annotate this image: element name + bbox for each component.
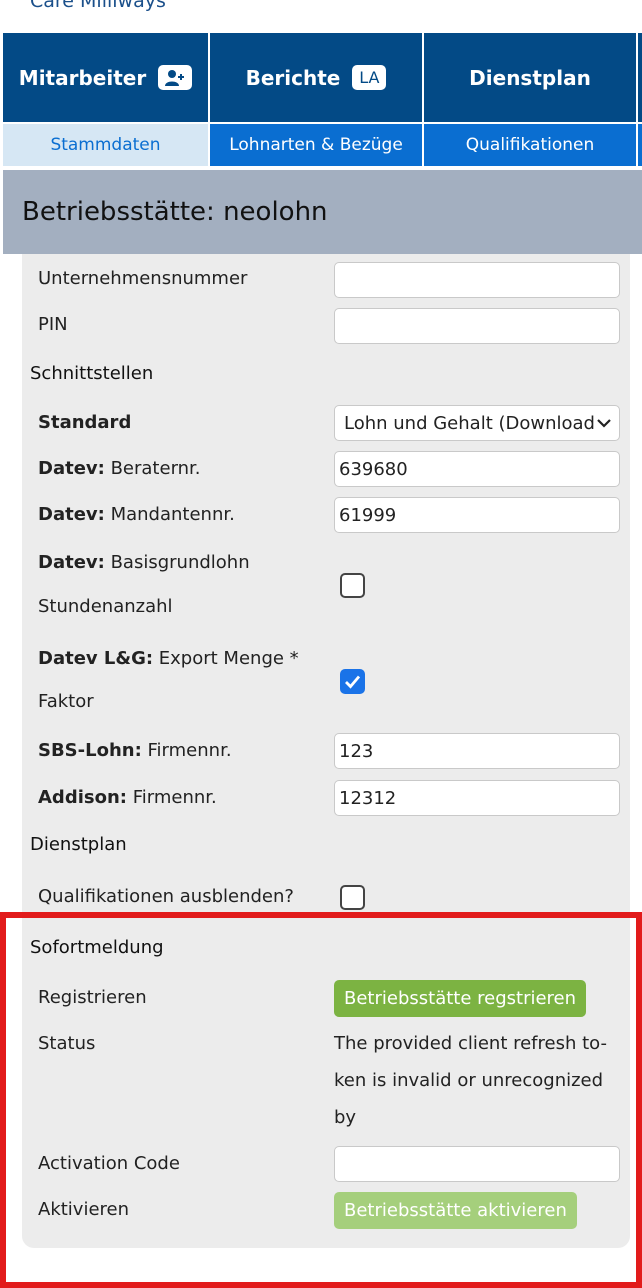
status-label: Status	[38, 1033, 96, 1054]
beraternr-label: Datev: Beraternr.	[38, 458, 201, 479]
mandantennr-label: Datev: Mandantennr.	[38, 504, 235, 525]
export-menge-checkbox[interactable]	[340, 669, 365, 694]
tab-dienstplan-label: Dienstplan	[469, 65, 591, 90]
standard-select[interactable]: Lohn und Gehalt (Download	[334, 405, 620, 441]
subtab-qualifikationen[interactable]: Qualifikationen	[424, 124, 638, 166]
unternehmensnummer-input[interactable]	[334, 262, 620, 298]
tab-berichte[interactable]: Berichte LA	[210, 33, 424, 122]
register-button[interactable]: Betriebsstätte regstrieren	[334, 980, 587, 1017]
activate-button[interactable]: Betriebsstätte aktivieren	[334, 1192, 577, 1229]
registrieren-label: Registrieren	[38, 987, 147, 1008]
export-menge-label: Datev L&G: Export Menge *	[38, 648, 299, 669]
sofortmeldung-heading: Sofortmeldung	[30, 937, 164, 958]
export-menge-label-2: Faktor	[38, 691, 94, 712]
berichte-badge: LA	[352, 65, 387, 90]
add-user-icon	[158, 65, 193, 90]
basisgrundlohn-label: Datev: Basisgrundlohn	[38, 552, 250, 573]
pin-label: PIN	[38, 314, 68, 335]
brand-logo-text: Care Milliways	[30, 0, 166, 12]
sbs-label: SBS-Lohn: Firmennr.	[38, 740, 232, 761]
chevron-down-icon	[597, 419, 611, 428]
page-title: Betriebsstätte: neolohn	[3, 170, 642, 254]
basisgrundlohn-label-2: Stundenanzahl	[38, 596, 173, 617]
subtab-stammdaten[interactable]: Stammdaten	[3, 124, 210, 166]
tab-mitarbeiter-label: Mitarbeiter	[18, 65, 147, 90]
qualifikationen-label: Qualifikationen ausblenden?	[38, 886, 294, 907]
beraternr-input[interactable]: 639680	[334, 451, 620, 487]
dienstplan-heading: Dienstplan	[30, 834, 127, 855]
tab-dienstplan[interactable]: Dienstplan	[424, 33, 638, 122]
activation-code-label: Activation Code	[38, 1153, 180, 1174]
basisgrundlohn-checkbox[interactable]	[340, 573, 365, 598]
standard-label: Standard	[38, 412, 132, 433]
tab-more[interactable]	[638, 33, 642, 122]
mandantennr-input[interactable]: 61999	[334, 497, 620, 533]
subtab-lohnarten[interactable]: Lohnarten & Bezüge	[210, 124, 424, 166]
tab-mitarbeiter[interactable]: Mitarbeiter	[3, 33, 210, 122]
tab-berichte-label: Berichte	[245, 65, 341, 90]
pin-input[interactable]	[334, 308, 620, 344]
schnittstellen-heading: Schnittstellen	[30, 363, 154, 384]
activation-code-input[interactable]	[334, 1146, 620, 1182]
unternehmensnummer-label: Unternehmensnummer	[38, 268, 248, 289]
addison-label: Addison: Firmennr.	[38, 787, 217, 808]
addison-input[interactable]: 12312	[334, 780, 620, 816]
subtab-more[interactable]	[638, 124, 642, 166]
checkmark-icon	[345, 675, 361, 689]
sub-nav: Stammdaten Lohnarten & Bezüge Qualifikat…	[3, 124, 642, 166]
standard-select-value: Lohn und Gehalt (Download	[344, 412, 595, 434]
form-panel: Unternehmensnummer PIN Schnittstellen St…	[22, 254, 630, 1248]
aktivieren-label: Aktivieren	[38, 1199, 130, 1220]
sbs-input[interactable]: 123	[334, 733, 620, 769]
qualifikationen-checkbox[interactable]	[340, 885, 365, 910]
main-nav: Mitarbeiter Berichte LA Dienstplan	[3, 33, 642, 122]
